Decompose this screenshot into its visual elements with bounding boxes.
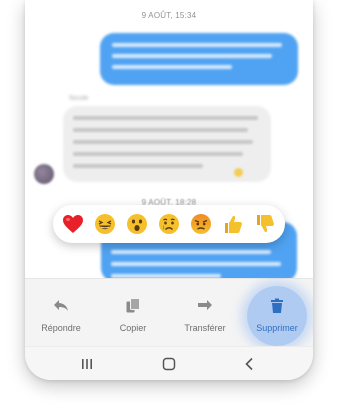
surprised-emoji-icon[interactable] (125, 212, 149, 236)
reply-arrow-icon (52, 297, 70, 315)
chat-area: 9 AOÛT, 15:34 Nicole 9 AOÛT, 18:28 (25, 0, 313, 278)
phone-screen: 9 AOÛT, 15:34 Nicole 9 AOÛT, 18:28 Répon… (25, 0, 313, 380)
back-icon[interactable] (239, 355, 259, 373)
thumbs-down-emoji-icon[interactable] (253, 212, 277, 236)
thumbs-up-emoji-icon[interactable] (221, 212, 245, 236)
home-icon[interactable] (159, 355, 179, 373)
tap-highlight (247, 286, 307, 346)
copy-icon (124, 297, 142, 315)
laughing-emoji-icon[interactable] (93, 212, 117, 236)
forward-arrow-icon (196, 297, 214, 315)
recent-apps-icon[interactable] (77, 355, 97, 373)
forward-label: Transférer (184, 323, 226, 333)
trash-icon (268, 297, 286, 315)
forward-button[interactable]: Transférer (169, 279, 241, 347)
reaction-bar (53, 205, 285, 243)
reply-button[interactable]: Répondre (25, 279, 97, 347)
android-navigation-bar (25, 346, 313, 380)
angry-emoji-icon[interactable] (189, 212, 213, 236)
delete-label: Supprimer (256, 323, 298, 333)
reply-label: Répondre (41, 323, 81, 333)
red-heart-emoji-icon[interactable] (61, 212, 85, 236)
copy-button[interactable]: Copier (97, 279, 169, 347)
copy-label: Copier (119, 323, 147, 333)
crying-emoji-icon[interactable] (157, 212, 181, 236)
